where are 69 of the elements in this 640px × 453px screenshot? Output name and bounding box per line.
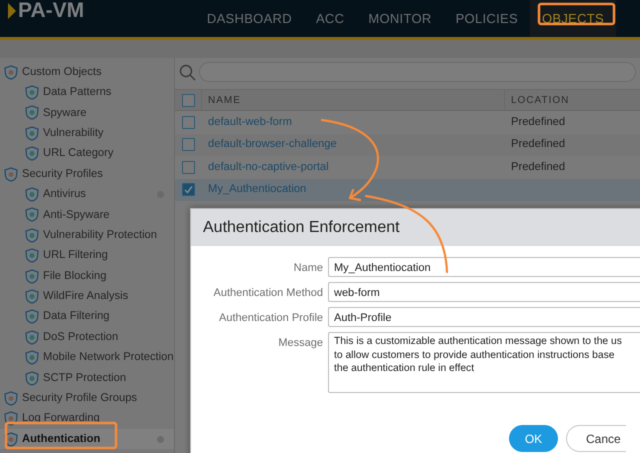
shield-icon (25, 126, 39, 141)
shield-icon (25, 268, 39, 284)
sidebar-item[interactable]: Spyware (0, 102, 174, 124)
shield-icon (4, 432, 18, 447)
shield-icon (4, 64, 18, 80)
shield-icon (25, 146, 39, 162)
sidebar-item[interactable]: URL Category (0, 144, 174, 164)
shield-icon (25, 350, 39, 366)
shield-icon (25, 85, 39, 100)
logo-icon (8, 2, 16, 18)
input-field[interactable]: My_Authentiocation (328, 257, 640, 277)
field-label: Authentication Method (212, 286, 323, 301)
field-label: Name (292, 261, 323, 276)
sidebar-item[interactable]: Security Profile Groups (0, 388, 174, 409)
nav-tab[interactable]: POLICIES (444, 0, 530, 37)
sidebar-item[interactable]: File Blocking (0, 266, 174, 286)
field-label: Message (277, 336, 323, 351)
shield-icon (25, 228, 39, 243)
column-header[interactable]: NAME (208, 92, 241, 108)
nav-tab[interactable]: MONITOR (356, 0, 444, 37)
shield-icon (25, 330, 39, 345)
sidebar-item[interactable]: Security Profiles (0, 164, 174, 184)
sidebar-item[interactable]: Authentication (0, 429, 174, 450)
message-field[interactable]: This is a customizable authentication message shown to the us to allow customers to provide authentication instructions base the authentication rule in effect (328, 332, 640, 393)
column-header[interactable]: LOCATION (511, 92, 570, 108)
input-field[interactable]: web-form (328, 282, 640, 302)
table-cell-text: Predefined (511, 160, 566, 175)
shield-icon (25, 187, 39, 202)
shield-icon (25, 288, 39, 304)
sidebar-item[interactable]: SCTP Protection (0, 368, 174, 388)
checkbox[interactable] (182, 183, 195, 196)
shield-icon (25, 248, 39, 264)
input-field[interactable]: Auth-Profile (328, 307, 640, 327)
sidebar-item[interactable]: Mobile Network Protection (0, 347, 174, 368)
sidebar-item[interactable]: DoS Protection (0, 327, 174, 348)
search-icon (179, 64, 196, 80)
shield-icon (4, 166, 18, 182)
nav-tab[interactable]: ACC (304, 0, 356, 37)
name-link[interactable]: default-no-captive-portal (208, 158, 329, 176)
logo-text: PA-VM (18, 0, 84, 24)
ok-button[interactable]: OK (509, 425, 558, 452)
sidebar-item[interactable]: Antivirus (0, 184, 174, 205)
cancel-button[interactable]: Cance (566, 425, 626, 452)
shield-icon (4, 411, 18, 426)
shield-icon (25, 370, 39, 386)
name-link[interactable]: My_Authentiocation (208, 181, 306, 198)
sidebar-item[interactable]: WildFire Analysis (0, 286, 174, 307)
field-label: Authentication Profile (218, 311, 323, 326)
shield-icon (25, 105, 39, 120)
dialog-title: Authentication Enforcement (191, 209, 640, 246)
sidebar-item[interactable]: Vulnerability Protection (0, 225, 174, 246)
nav-tab[interactable]: DASHBOARD (194, 0, 304, 37)
checkbox[interactable] (182, 138, 195, 152)
table-cell-text: Predefined (511, 114, 566, 130)
checkbox[interactable] (182, 94, 194, 106)
checkbox[interactable] (182, 160, 195, 174)
name-link[interactable]: default-browser-challenge (208, 136, 337, 154)
sidebar-item[interactable]: URL Filtering (0, 246, 174, 266)
sidebar-item[interactable]: Vulnerability (0, 123, 174, 144)
shield-icon (25, 207, 39, 222)
sidebar-item[interactable]: Custom Objects (0, 62, 174, 82)
sidebar-item[interactable]: Data Patterns (0, 82, 174, 103)
table-cell-text: Predefined (511, 137, 566, 152)
shield-icon (25, 309, 39, 324)
shield-icon (4, 390, 18, 406)
name-link[interactable]: default-web-form (208, 114, 292, 131)
sidebar-item[interactable]: Anti-Spyware (0, 204, 174, 226)
checkbox[interactable] (182, 116, 195, 129)
sidebar-item[interactable]: Data Filtering (0, 306, 174, 328)
